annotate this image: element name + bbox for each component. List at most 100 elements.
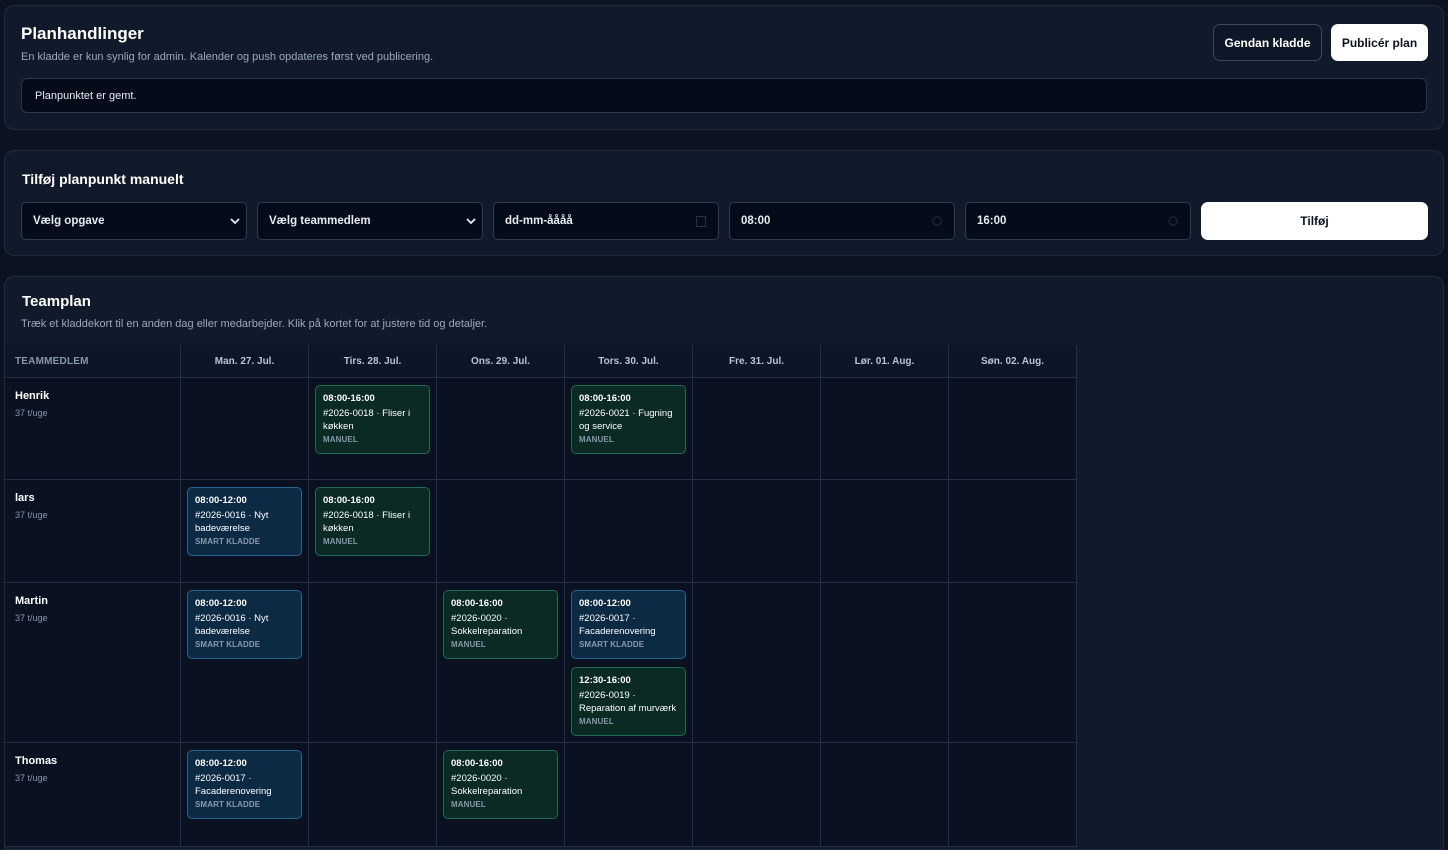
plan-actions-panel: Planhandlinger En kladde er kun synlig f… bbox=[4, 5, 1444, 130]
plan-actions-subtitle: En kladde er kun synlig for admin. Kalen… bbox=[21, 51, 434, 63]
day-cell[interactable] bbox=[949, 743, 1077, 847]
member-cell: Thomas 37 t/uge bbox=[5, 743, 181, 847]
chevron-down-icon bbox=[230, 218, 240, 225]
member-name: Martin bbox=[15, 595, 48, 607]
card-time: 08:00-12:00 bbox=[195, 495, 247, 506]
member-name: Henrik bbox=[15, 390, 50, 402]
plan-card[interactable]: 08:00-12:00 #2026-0017 · Facaderenovering… bbox=[187, 750, 302, 819]
member-name: lars bbox=[15, 492, 35, 504]
day-cell[interactable] bbox=[821, 583, 949, 743]
clock-icon[interactable] bbox=[932, 215, 942, 227]
card-task: #2026-0016 · Nyt badeværelse bbox=[195, 613, 269, 637]
date-input-value: dd-mm-åååå bbox=[505, 215, 573, 227]
end-time-value: 16:00 bbox=[977, 215, 1007, 227]
card-time: 08:00-16:00 bbox=[323, 495, 375, 506]
calendar-icon[interactable] bbox=[696, 215, 706, 227]
day-header: Ons. 29. Jul. bbox=[437, 345, 565, 378]
plan-card[interactable]: 08:00-16:00 #2026-0021 · Fugning og servi… bbox=[571, 385, 686, 454]
plan-card[interactable]: 08:00-12:00 #2026-0016 · Nyt badeværelse S… bbox=[187, 590, 302, 659]
member-hours: 37 t/uge bbox=[15, 408, 48, 418]
card-task: #2026-0017 · Facaderenovering bbox=[195, 773, 272, 797]
day-header: Tors. 30. Jul. bbox=[565, 345, 693, 378]
card-time: 12:30-16:00 bbox=[579, 675, 631, 686]
day-cell[interactable] bbox=[949, 378, 1077, 480]
day-header: Lør. 01. Aug. bbox=[821, 345, 949, 378]
card-kind-badge: SMART KLADDE bbox=[195, 640, 261, 649]
date-input[interactable]: dd-mm-åååå bbox=[493, 202, 719, 240]
card-task: #2026-0021 · Fugning og service bbox=[579, 408, 673, 432]
card-time: 08:00-12:00 bbox=[579, 598, 631, 609]
day-header: Søn. 02. Aug. bbox=[949, 345, 1077, 378]
end-time-input[interactable]: 16:00 bbox=[965, 202, 1191, 240]
start-time-value: 08:00 bbox=[741, 215, 771, 227]
task-select-value: Vælg opgave bbox=[33, 215, 105, 227]
card-time: 08:00-12:00 bbox=[195, 598, 247, 609]
card-time: 08:00-16:00 bbox=[323, 393, 375, 404]
add-plan-item-panel: Tilføj planpunkt manuelt Vælg opgave Væl… bbox=[4, 150, 1444, 256]
card-task: #2026-0017 · Facaderenovering bbox=[579, 613, 656, 637]
member-column-header: TEAMMEDLEM bbox=[5, 345, 181, 378]
card-kind-badge: SMART KLADDE bbox=[579, 640, 645, 649]
plan-card[interactable]: 08:00-12:00 #2026-0016 · Nyt badeværelse S… bbox=[187, 487, 302, 556]
plan-card[interactable]: 08:00-16:00 #2026-0020 · Sokkelreparation… bbox=[443, 750, 558, 819]
day-cell[interactable] bbox=[565, 480, 693, 583]
day-header: Fre. 31. Jul. bbox=[693, 345, 821, 378]
member-hours: 37 t/uge bbox=[15, 613, 48, 623]
card-task: #2026-0019 · Reparation af murværk bbox=[579, 690, 677, 714]
plan-card[interactable]: 08:00-12:00 #2026-0017 · Facaderenovering… bbox=[571, 590, 686, 659]
day-cell[interactable] bbox=[693, 743, 821, 847]
card-task: #2026-0020 · Sokkelreparation bbox=[451, 613, 523, 637]
plan-card[interactable]: 12:30-16:00 #2026-0019 · Reparation af mu… bbox=[571, 667, 686, 736]
card-kind-badge: SMART KLADDE bbox=[195, 800, 261, 809]
day-cell[interactable] bbox=[821, 480, 949, 583]
publish-plan-button[interactable]: Publicér plan bbox=[1331, 24, 1428, 61]
card-task: #2026-0018 · Fliser i køkken bbox=[323, 510, 411, 534]
member-cell: Martin 37 t/uge bbox=[5, 583, 181, 743]
member-cell: lars 37 t/uge bbox=[5, 480, 181, 583]
add-button[interactable]: Tilføj bbox=[1201, 202, 1428, 240]
card-kind-badge: MANUEL bbox=[451, 640, 486, 649]
teamplan-panel: Teamplan Træk et kladdekort til en anden… bbox=[4, 276, 1444, 850]
plan-card[interactable]: 08:00-16:00 #2026-0020 · Sokkelreparation… bbox=[443, 590, 558, 659]
day-header: Tirs. 28. Jul. bbox=[309, 345, 437, 378]
card-time: 08:00-16:00 bbox=[451, 758, 503, 769]
day-cell[interactable] bbox=[437, 480, 565, 583]
day-cell[interactable] bbox=[693, 480, 821, 583]
add-plan-item-title: Tilføj planpunkt manuelt bbox=[22, 171, 184, 187]
plan-card[interactable]: 08:00-16:00 #2026-0018 · Fliser i køkken M… bbox=[315, 487, 430, 556]
day-cell[interactable] bbox=[693, 378, 821, 480]
start-time-input[interactable]: 08:00 bbox=[729, 202, 955, 240]
teamplan-title: Teamplan bbox=[22, 293, 91, 310]
day-cell[interactable] bbox=[181, 378, 309, 480]
day-cell[interactable] bbox=[565, 743, 693, 847]
member-select[interactable]: Vælg teammedlem bbox=[257, 202, 483, 240]
member-select-value: Vælg teammedlem bbox=[269, 215, 371, 227]
restore-draft-button[interactable]: Gendan kladde bbox=[1213, 24, 1322, 61]
card-task: #2026-0016 · Nyt badeværelse bbox=[195, 510, 269, 534]
task-select[interactable]: Vælg opgave bbox=[21, 202, 247, 240]
card-task: #2026-0018 · Fliser i køkken bbox=[323, 408, 411, 432]
card-time: 08:00-12:00 bbox=[195, 758, 247, 769]
card-kind-badge: SMART KLADDE bbox=[195, 537, 261, 546]
card-task: #2026-0020 · Sokkelreparation bbox=[451, 773, 523, 797]
card-kind-badge: MANUEL bbox=[579, 717, 614, 726]
day-cell[interactable] bbox=[949, 480, 1077, 583]
member-cell: Henrik 37 t/uge bbox=[5, 378, 181, 480]
card-time: 08:00-16:00 bbox=[579, 393, 631, 404]
day-cell[interactable] bbox=[821, 378, 949, 480]
member-hours: 37 t/uge bbox=[15, 510, 48, 520]
clock-icon[interactable] bbox=[1168, 215, 1178, 227]
day-cell[interactable] bbox=[309, 743, 437, 847]
plan-card[interactable]: 08:00-16:00 #2026-0018 · Fliser i køkken M… bbox=[315, 385, 430, 454]
day-cell[interactable] bbox=[821, 743, 949, 847]
card-time: 08:00-16:00 bbox=[451, 598, 503, 609]
card-kind-badge: MANUEL bbox=[323, 435, 358, 444]
day-cell[interactable] bbox=[693, 583, 821, 743]
member-name: Thomas bbox=[15, 755, 58, 767]
card-kind-badge: MANUEL bbox=[579, 435, 614, 444]
plan-actions-title: Planhandlinger bbox=[21, 24, 144, 43]
day-cell[interactable] bbox=[309, 583, 437, 743]
day-cell[interactable] bbox=[949, 583, 1077, 743]
day-cell[interactable] bbox=[437, 378, 565, 480]
chevron-down-icon bbox=[466, 218, 476, 225]
